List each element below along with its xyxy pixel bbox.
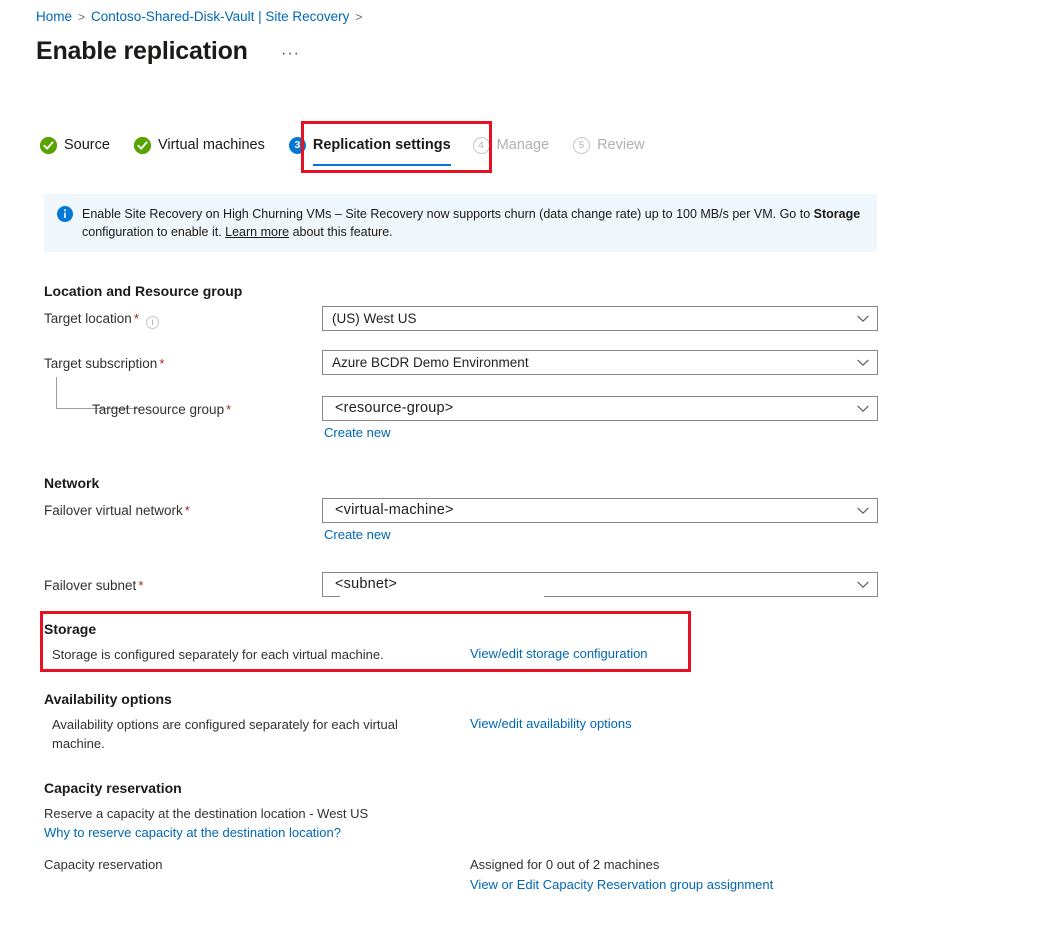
section-heading-storage: Storage [44,619,96,639]
view-edit-storage-configuration-link[interactable]: View/edit storage configuration [470,645,648,663]
view-edit-availability-options-link[interactable]: View/edit availability options [470,715,632,733]
section-heading-network: Network [44,473,99,493]
chevron-down-icon [849,405,877,413]
wizard-step-label: Review [597,137,645,153]
select-target-location[interactable]: (US) West US [322,306,878,331]
required-asterisk: * [138,578,143,593]
select-failover-virtual-network-value: <virtual-machine> [323,499,849,522]
check-icon [40,137,57,154]
step-number-badge: 5 [573,137,590,154]
label-failover-subnet-text: Failover subnet [44,578,136,593]
enable-replication-page: Home > Contoso-Shared-Disk-Vault | Site Re… [0,0,1054,931]
chevron-down-icon [849,315,877,323]
wizard-steps: Source Virtual machines 3 Replication se… [40,128,669,162]
info-circle-icon[interactable]: i [146,316,159,329]
breadcrumb-item-vault[interactable]: Contoso-Shared-Disk-Vault | Site Recover… [91,9,349,24]
chevron-down-icon [849,507,877,515]
capacity-assignment-status: Assigned for 0 out of 2 machines [470,855,659,874]
label-target-resource-group: Target resource group* [92,400,231,420]
label-failover-virtual-network: Failover virtual network* [44,501,190,521]
wizard-step-label: Replication settings [313,137,451,153]
breadcrumb-item-home[interactable]: Home [36,9,72,24]
view-edit-capacity-reservation-link[interactable]: View or Edit Capacity Reservation group … [470,876,773,894]
select-target-resource-group-value: <resource-group> [323,397,849,420]
breadcrumb-separator-2: > [355,10,362,24]
banner-text-part1: Enable Site Recovery on High Churning VM… [82,207,814,221]
select-failover-virtual-network[interactable]: <virtual-machine> [322,498,878,523]
select-failover-subnet[interactable]: <subnet> [322,572,878,597]
wizard-step-label: Manage [497,137,549,153]
more-actions-button[interactable]: ··· [281,46,300,62]
why-reserve-capacity-link[interactable]: Why to reserve capacity at the destinati… [44,824,341,842]
step-number-badge: 4 [473,137,490,154]
banner-bold-storage: Storage [814,207,861,221]
select-target-subscription-value: Azure BCDR Demo Environment [323,351,849,374]
label-failover-virtual-network-text: Failover virtual network [44,503,183,518]
availability-description: Availability options are configured sepa… [52,715,452,753]
wizard-step-manage: 4 Manage [473,128,549,162]
banner-text-part3: about this feature. [289,225,393,239]
select-target-resource-group[interactable]: <resource-group> [322,396,878,421]
select-target-location-value: (US) West US [323,307,849,330]
info-icon [57,206,73,222]
capacity-reservation-field-label: Capacity reservation [44,855,163,874]
section-heading-capacity: Capacity reservation [44,778,182,798]
wizard-step-virtual-machines[interactable]: Virtual machines [134,128,265,162]
section-heading-location: Location and Resource group [44,281,242,301]
label-failover-subnet: Failover subnet* [44,576,143,596]
wizard-step-label: Source [64,137,110,153]
required-asterisk: * [185,503,190,518]
page-title: Enable replication [36,35,248,67]
required-asterisk: * [134,311,139,326]
create-new-resource-group-link[interactable]: Create new [324,424,390,442]
active-tab-underline [313,164,451,166]
label-target-subscription-text: Target subscription [44,356,157,371]
storage-description: Storage is configured separately for eac… [52,645,384,664]
check-icon [134,137,151,154]
label-target-location-text: Target location [44,311,132,326]
label-target-resource-group-text: Target resource group [92,402,224,417]
step-number-badge: 3 [289,137,306,154]
capacity-description: Reserve a capacity at the destination lo… [44,804,368,823]
wizard-step-replication-settings[interactable]: 3 Replication settings [289,128,451,162]
label-target-location: Target location* i [44,309,159,329]
subnet-clip-mask [340,596,544,599]
wizard-step-source[interactable]: Source [40,128,110,162]
select-target-subscription[interactable]: Azure BCDR Demo Environment [322,350,878,375]
chevron-down-icon [849,359,877,367]
section-heading-availability: Availability options [44,689,172,709]
breadcrumb: Home > Contoso-Shared-Disk-Vault | Site Re… [36,8,368,26]
chevron-down-icon [849,581,877,589]
required-asterisk: * [226,402,231,417]
create-new-virtual-network-link[interactable]: Create new [324,526,390,544]
banner-text-part2: configuration to enable it. [82,225,225,239]
wizard-step-label: Virtual machines [158,137,265,153]
required-asterisk: * [159,356,164,371]
breadcrumb-separator: > [78,10,85,24]
wizard-step-review: 5 Review [573,128,645,162]
label-target-subscription: Target subscription* [44,354,164,374]
info-banner-text: Enable Site Recovery on High Churning VM… [82,205,863,241]
info-banner: Enable Site Recovery on High Churning VM… [44,194,877,252]
select-failover-subnet-value: <subnet> [323,573,849,596]
learn-more-link[interactable]: Learn more [225,225,289,239]
